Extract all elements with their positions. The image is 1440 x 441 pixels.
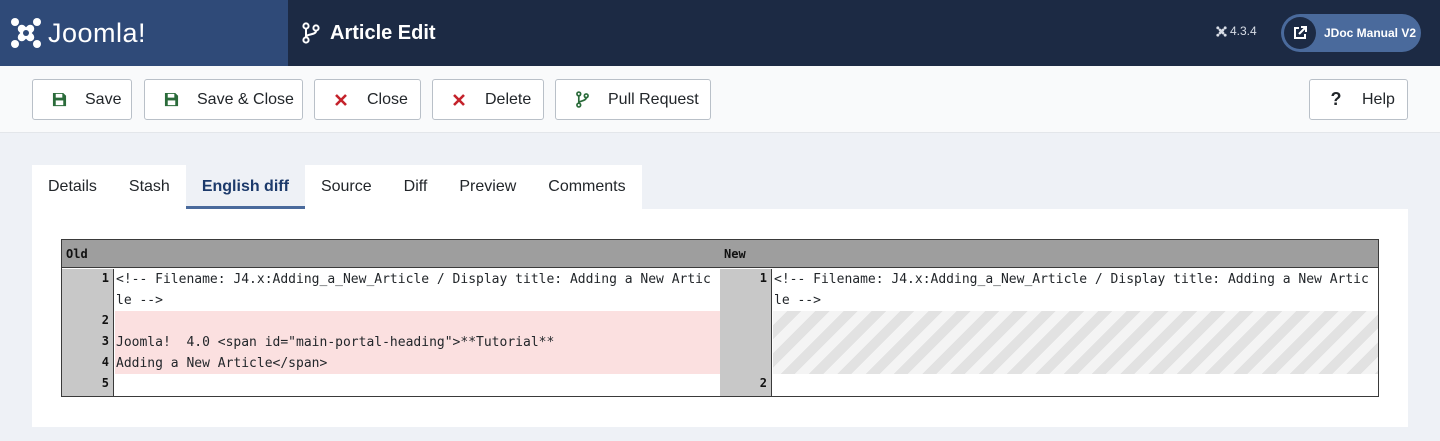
empty-placeholder-hatch [773,311,1378,374]
tab-details[interactable]: Details [32,165,113,209]
new-line-gutter: 1 2 [720,269,772,396]
tab-english-diff[interactable]: English diff [185,165,305,209]
old-code-line: Adding a New Article</span> [116,356,328,371]
diff-new-header: New [724,247,746,261]
new-code-line: <!-- Filename: J4.x:Adding_a_New_Article… [774,272,1369,287]
top-header: Joomla! Article Edit 4.3.4 JDoc Manual V… [0,0,1440,66]
diff-table: Old New 1 2 3 4 5 <!-- Filename: J4.x:Ad… [61,239,1379,397]
delete-button[interactable]: Delete [432,79,544,120]
delete-label: Delete [485,90,532,108]
old-code-line-wrap: le --> [116,293,163,308]
jdoc-manual-label: JDoc Manual V2 [1324,26,1417,40]
version-number: 4.3.4 [1230,24,1257,38]
joomla-logo-icon [11,18,41,48]
diff-old-header: Old [66,247,88,261]
old-line-number: 1 [101,271,109,285]
git-branch-icon [574,91,590,108]
jdoc-manual-button[interactable]: JDoc Manual V2 [1281,14,1421,52]
version-label: 4.3.4 [1216,24,1257,38]
tab-bar: Details Stash English diff Source Diff P… [32,165,642,209]
new-code-line-wrap: le --> [774,293,821,308]
old-line-number: 3 [101,334,109,348]
tab-preview[interactable]: Preview [443,165,532,209]
joomla-logo[interactable]: Joomla! [0,0,288,66]
save-close-label: Save & Close [197,90,294,108]
save-icon [51,92,67,108]
save-button[interactable]: Save [32,79,132,120]
toolbar: Save Save & Close Close Delete Pull Requ… [0,66,1440,133]
git-branch-icon [302,22,320,44]
old-code-line: Joomla! 4.0 <span id="main-portal-headin… [116,335,555,350]
question-icon: ? [1330,89,1342,109]
help-label: Help [1362,90,1395,108]
diff-header-row: Old New [62,240,1378,268]
old-line-gutter: 1 2 3 4 5 [62,269,114,396]
page-title-area: Article Edit [302,0,436,66]
brand-name: Joomla! [48,17,147,48]
pull-request-label: Pull Request [608,90,699,108]
old-line-number: 5 [101,376,109,390]
close-button[interactable]: Close [314,79,421,120]
tab-diff[interactable]: Diff [388,165,444,209]
new-line-number: 2 [759,376,767,390]
save-label: Save [85,90,122,108]
old-code-line: <!-- Filename: J4.x:Adding_a_New_Article… [116,272,711,287]
save-close-button[interactable]: Save & Close [144,79,303,120]
joomla-small-icon [1216,25,1227,37]
external-link-icon [1284,17,1316,49]
old-line-number: 4 [101,355,109,369]
tab-stash[interactable]: Stash [113,165,186,209]
new-line-number: 1 [759,271,767,285]
old-line-number: 2 [101,313,109,327]
tab-source[interactable]: Source [305,165,388,209]
help-button[interactable]: ? Help [1309,79,1408,120]
tab-comments[interactable]: Comments [532,165,641,209]
pull-request-button[interactable]: Pull Request [555,79,711,120]
close-icon [333,92,349,108]
save-icon [163,92,179,108]
close-label: Close [367,90,408,108]
page-title: Article Edit [330,21,436,44]
delete-icon [451,92,467,108]
